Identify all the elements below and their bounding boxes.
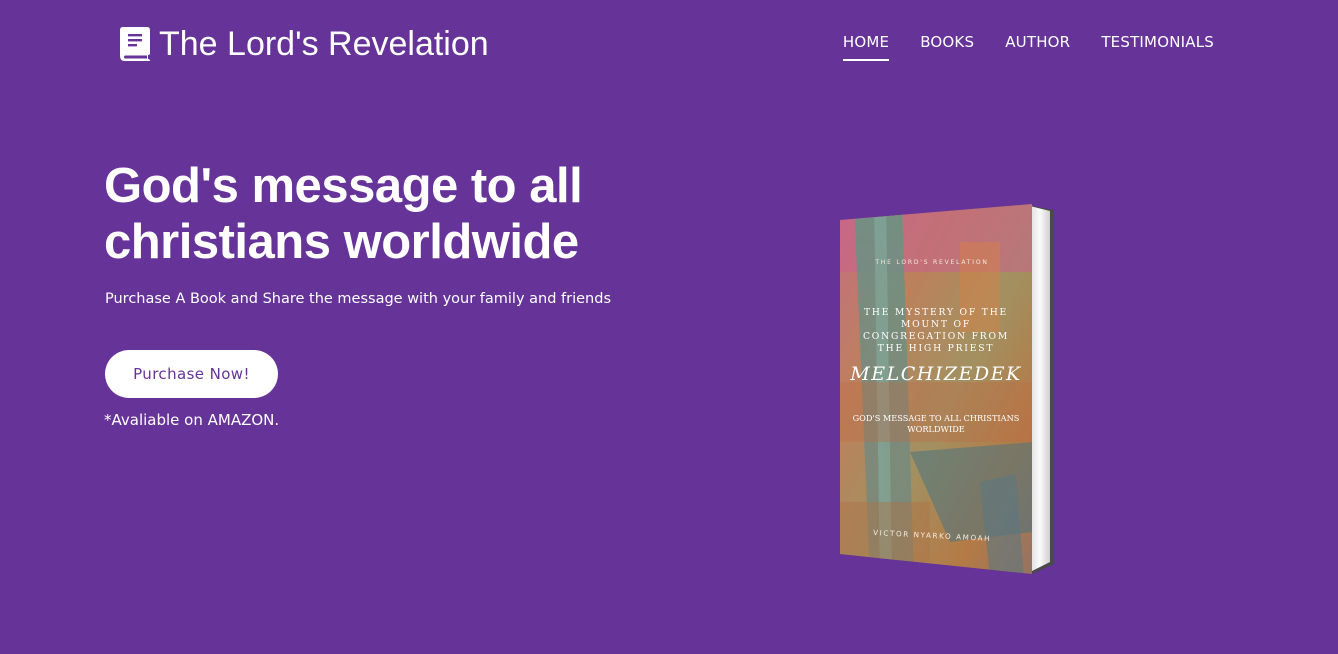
book-title-line-4: THE HIGH PRIEST [878,343,995,354]
purchase-now-button[interactable]: Purchase Now! [105,350,278,398]
book-title-line-2: MOUNT OF [901,319,971,330]
availability-note: *Avaliable on AMAZON. [104,411,280,429]
book-subtitle-line-2: WORLDWIDE [907,424,965,434]
book-icon [120,27,150,61]
brand[interactable]: The Lord's Revelation [119,22,489,66]
nav-home[interactable]: HOME [842,33,890,61]
book-series-label: THE LORD'S REVELATION [874,259,988,266]
main-nav: HOME BOOKS AUTHOR TESTIMONIALS [842,33,1214,61]
book-title-name: MELCHIZEDEK [849,363,1022,385]
book-subtitle-line-1: GOD'S MESSAGE TO ALL CHRISTIANS [853,413,1020,423]
brand-title: The Lord's Revelation [159,25,489,63]
book-cover-image: THE LORD'S REVELATION THE MYSTERY OF THE… [840,202,1062,578]
hero-subtitle: Purchase A Book and Share the message wi… [105,291,611,307]
nav-testimonials[interactable]: TESTIMONIALS [1101,33,1214,61]
book-title-line-1: THE MYSTERY OF THE [864,307,1008,318]
hero-title: God's message to all christians worldwid… [104,159,583,269]
nav-author[interactable]: AUTHOR [1005,33,1070,61]
book-title-line-3: CONGREGATION FROM [863,331,1009,342]
nav-books[interactable]: BOOKS [920,33,974,61]
